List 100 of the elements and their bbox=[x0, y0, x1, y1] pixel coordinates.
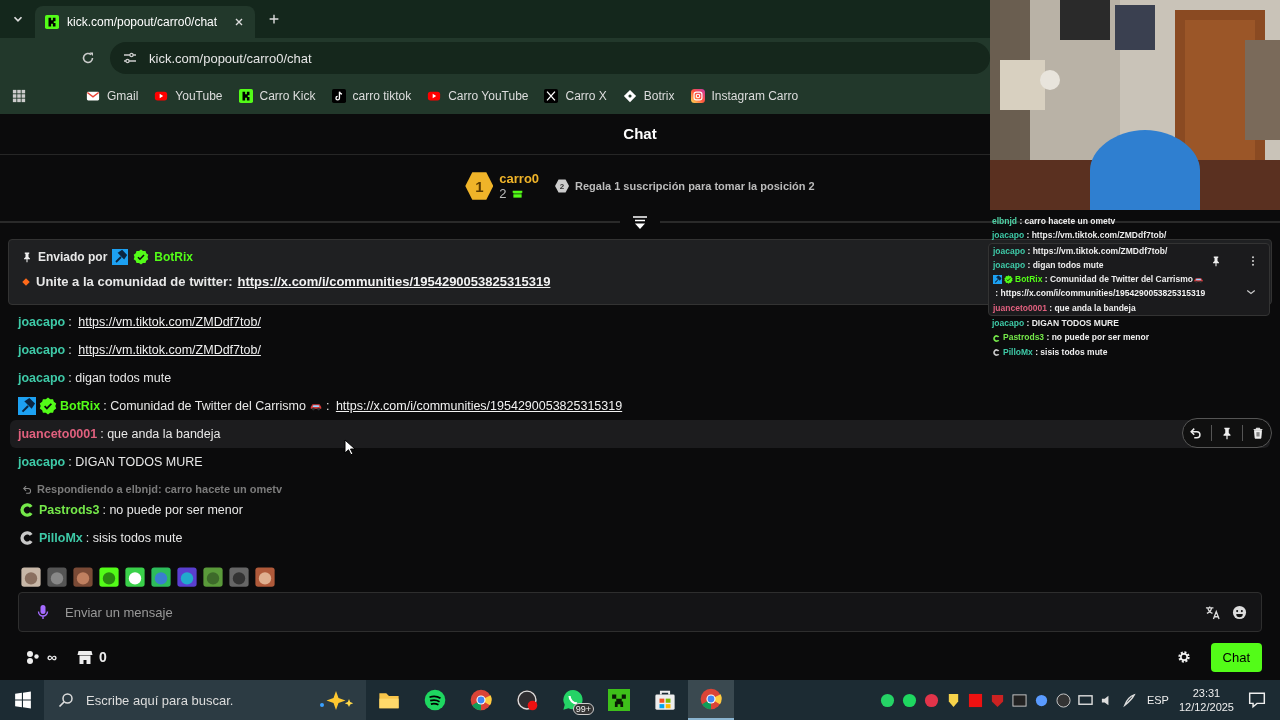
notification-icon[interactable] bbox=[1248, 691, 1266, 709]
message-text: : sisis todos mute bbox=[1034, 346, 1108, 357]
message-bar[interactable]: Enviar un mensaje bbox=[18, 592, 1262, 632]
verified-badge-icon bbox=[39, 397, 57, 415]
username: joacapo bbox=[992, 230, 1025, 241]
gift-count: 2 bbox=[499, 186, 507, 201]
username[interactable]: PilloMx bbox=[39, 531, 83, 545]
bookmark[interactable]: YouTube bbox=[154, 89, 223, 103]
link[interactable]: https://x.com/i/communities/1954290053825315319 bbox=[335, 399, 623, 413]
emote-icon[interactable] bbox=[254, 566, 276, 588]
message-text: : DIGAN TODOS MURE bbox=[68, 455, 203, 469]
tray-icon[interactable] bbox=[1011, 692, 1027, 708]
browser-icon[interactable] bbox=[700, 688, 722, 710]
bookmark[interactable]: carro tiktok bbox=[331, 89, 412, 103]
translate-icon[interactable] bbox=[1205, 604, 1220, 620]
settings-icon[interactable] bbox=[1176, 650, 1191, 664]
tray-icon[interactable] bbox=[879, 692, 895, 708]
camera-icon bbox=[690, 89, 705, 103]
message-text: : bbox=[68, 315, 73, 329]
emote-icon[interactable] bbox=[176, 566, 198, 588]
username[interactable]: BotRix bbox=[154, 250, 193, 264]
bookmark[interactable]: Carro X bbox=[544, 89, 607, 103]
pinned-text: Unite a la comunidad de twitter: bbox=[36, 274, 233, 289]
chat-button[interactable]: Chat bbox=[1210, 642, 1262, 672]
hammer-badge-icon bbox=[18, 397, 36, 415]
bookmark[interactable]: Instagram Carro bbox=[690, 89, 799, 103]
bookmark[interactable]: Botrix bbox=[622, 89, 675, 103]
emote-icon[interactable] bbox=[124, 566, 146, 588]
k-logo-icon bbox=[238, 89, 253, 103]
verified-badge-icon bbox=[133, 249, 150, 265]
message-text: : digan todos mute bbox=[1026, 259, 1104, 270]
username[interactable]: carro0 bbox=[499, 171, 540, 186]
browser-tab[interactable]: kick.com/popout/carro0/chat bbox=[35, 6, 255, 38]
bookmark[interactable]: Carro Kick bbox=[238, 89, 316, 103]
username[interactable]: BotRix bbox=[60, 399, 101, 413]
username[interactable]: joacapo bbox=[18, 371, 66, 385]
pin-icon[interactable] bbox=[1210, 254, 1222, 267]
username[interactable]: Pastrods3 bbox=[39, 503, 100, 517]
username[interactable]: juanceto0001 bbox=[18, 427, 98, 441]
store-icon[interactable] bbox=[77, 649, 93, 665]
hammer-badge-icon bbox=[112, 249, 129, 265]
tray-icon[interactable] bbox=[1055, 692, 1071, 708]
music-app-icon[interactable] bbox=[424, 689, 446, 711]
username: elbnjd bbox=[992, 216, 1018, 226]
link[interactable]: https://x.com/i/communities/1954290053825315319 bbox=[1000, 288, 1206, 299]
new-tab-icon[interactable] bbox=[267, 12, 281, 26]
tray-icon[interactable] bbox=[1077, 692, 1093, 708]
tray-icon[interactable] bbox=[1121, 692, 1137, 708]
bookmark[interactable]: Gmail bbox=[86, 89, 139, 103]
music-note-icon bbox=[331, 89, 346, 103]
tray-icon[interactable] bbox=[1033, 692, 1049, 708]
apps-icon[interactable] bbox=[12, 89, 26, 103]
link[interactable]: https://vm.tiktok.com/ZMDdf7tob/ bbox=[78, 315, 261, 329]
store-bag-icon[interactable] bbox=[654, 689, 676, 711]
message-text: : Comunidad de Twitter del Carrismo bbox=[1043, 274, 1193, 285]
emote-icon[interactable] bbox=[20, 566, 42, 588]
message-text: : Comunidad de Twitter del Carrismo bbox=[103, 399, 306, 413]
reply-text: Respondiendo a elbnjd: carro hacete un ometv bbox=[37, 483, 283, 495]
emote-icon[interactable] bbox=[98, 566, 120, 588]
link[interactable]: https://x.com/i/communities/1954290053825315319 bbox=[237, 274, 551, 289]
close-icon[interactable] bbox=[233, 16, 245, 28]
username[interactable]: joacapo bbox=[18, 455, 66, 469]
diamond-icon bbox=[21, 276, 31, 287]
username: joacapo bbox=[992, 318, 1025, 329]
undo-icon[interactable] bbox=[1189, 426, 1203, 440]
emoji-icon[interactable] bbox=[1232, 604, 1247, 620]
recorder-icon[interactable] bbox=[516, 689, 538, 711]
search-input[interactable]: Escribe aquí para buscar. bbox=[84, 691, 306, 709]
bookmark[interactable]: Carro YouTube bbox=[427, 89, 529, 103]
gift-icon bbox=[511, 188, 523, 199]
emote-icon[interactable] bbox=[202, 566, 224, 588]
message-text: : que anda la bandeja bbox=[100, 427, 221, 441]
pinned-label: Enviado por bbox=[38, 250, 108, 264]
site-settings-icon[interactable] bbox=[122, 50, 138, 66]
username: PilloMx bbox=[1003, 346, 1033, 357]
people-icon[interactable] bbox=[25, 649, 41, 665]
microphone-icon[interactable] bbox=[35, 604, 51, 620]
points-count: 0 bbox=[99, 649, 107, 665]
game-icon[interactable] bbox=[608, 689, 630, 711]
language-indicator[interactable]: ESP bbox=[1146, 694, 1169, 706]
clock-date[interactable]: 12/12/2025 bbox=[1178, 700, 1234, 714]
link[interactable]: https://vm.tiktok.com/ZMDdf7tob/ bbox=[78, 343, 261, 357]
message-text: : no puede por ser menor bbox=[1045, 332, 1149, 343]
message-text: : bbox=[325, 399, 331, 413]
search-bar[interactable]: Escribe aquí para buscar. bbox=[44, 680, 366, 720]
delete-icon[interactable] bbox=[1251, 426, 1265, 440]
clock-time[interactable]: 23:31 bbox=[1192, 686, 1221, 700]
emote-icon[interactable] bbox=[150, 566, 172, 588]
search-icon bbox=[58, 692, 74, 708]
address-bar[interactable]: kick.com/popout/carro0/chat bbox=[110, 42, 990, 74]
username[interactable]: joacapo bbox=[18, 343, 66, 357]
browser-icon[interactable] bbox=[470, 689, 492, 711]
reload-icon[interactable] bbox=[80, 50, 96, 66]
tray-icon[interactable] bbox=[901, 692, 917, 708]
emote-icon[interactable] bbox=[72, 566, 94, 588]
message-text: : que anda la bandeja bbox=[1048, 302, 1136, 313]
message-input[interactable]: Enviar un mensaje bbox=[63, 603, 1193, 621]
pin-icon bbox=[21, 251, 33, 263]
windows-icon[interactable] bbox=[14, 691, 32, 709]
username[interactable]: joacapo bbox=[18, 315, 66, 329]
